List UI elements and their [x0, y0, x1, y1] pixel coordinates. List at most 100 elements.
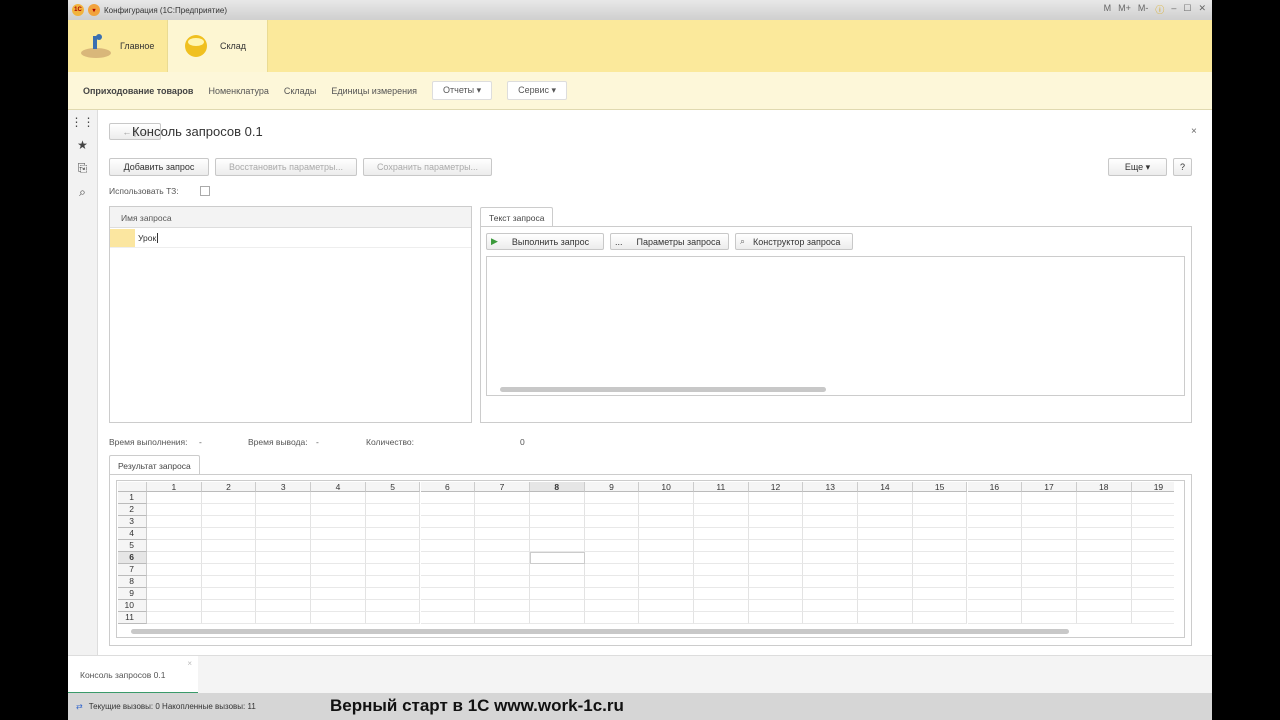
grid-cell[interactable]: [1131, 588, 1174, 600]
grid-cell[interactable]: [365, 504, 421, 516]
grid-cell[interactable]: [201, 612, 257, 624]
grid-cell[interactable]: [858, 600, 913, 612]
column-header[interactable]: 8: [529, 482, 585, 492]
grid-cell[interactable]: [529, 504, 585, 516]
grid-cell[interactable]: [256, 552, 312, 564]
grid-cell[interactable]: [475, 600, 530, 612]
column-header[interactable]: 12: [748, 482, 804, 492]
grid-cell[interactable]: [858, 540, 913, 552]
query-name-input[interactable]: Урок: [135, 232, 159, 243]
grid-cell[interactable]: [475, 588, 530, 600]
grid-cell[interactable]: [529, 528, 585, 540]
minimize-button[interactable]: –: [1171, 3, 1176, 16]
grid-cell[interactable]: [803, 540, 859, 552]
grid-cell[interactable]: [912, 600, 968, 612]
column-header[interactable]: 2: [201, 482, 257, 492]
grid-cell[interactable]: [584, 504, 640, 516]
grid-cell[interactable]: [694, 564, 749, 576]
grid-cell[interactable]: [748, 612, 804, 624]
restore-params-button[interactable]: Восстановить параметры...: [215, 158, 357, 176]
run-query-button[interactable]: ▶ Выполнить запрос: [486, 233, 604, 250]
grid-cell[interactable]: [858, 516, 913, 528]
grid-cell[interactable]: [803, 528, 859, 540]
grid-cell[interactable]: [147, 612, 202, 624]
memory-plus-button[interactable]: M+: [1118, 3, 1131, 16]
grid-cell[interactable]: [1076, 612, 1132, 624]
grid-cell[interactable]: [1076, 600, 1132, 612]
grid-cell[interactable]: [1076, 564, 1132, 576]
column-header[interactable]: 18: [1076, 482, 1132, 492]
search-icon[interactable]: ⌕: [79, 185, 86, 200]
grid-cell[interactable]: [803, 588, 859, 600]
grid-cell[interactable]: [147, 588, 202, 600]
grid-cell[interactable]: [420, 504, 476, 516]
grid-cell[interactable]: [256, 528, 312, 540]
query-params-button[interactable]: ... Параметры запроса: [610, 233, 729, 250]
grid-cell[interactable]: [967, 540, 1023, 552]
grid-cell[interactable]: [694, 528, 749, 540]
grid-cell[interactable]: [529, 492, 585, 504]
grid-cell[interactable]: [748, 516, 804, 528]
grid-cell[interactable]: [584, 588, 640, 600]
grid-cell[interactable]: [311, 600, 366, 612]
section-main[interactable]: Главное: [68, 20, 168, 72]
grid-cell[interactable]: [311, 516, 366, 528]
grid-cell[interactable]: [1022, 588, 1077, 600]
query-text-editor[interactable]: [486, 256, 1185, 396]
grid-cell[interactable]: [1022, 600, 1077, 612]
grid-cell[interactable]: [201, 492, 257, 504]
grid-cell[interactable]: [1131, 540, 1174, 552]
grid-cell[interactable]: [803, 600, 859, 612]
grid-cell[interactable]: [256, 504, 312, 516]
column-header[interactable]: 19: [1131, 482, 1174, 492]
grid-cell[interactable]: [201, 564, 257, 576]
grid-cell[interactable]: [1076, 492, 1132, 504]
editor-horizontal-scrollbar[interactable]: [500, 387, 826, 392]
memory-m-button[interactable]: M: [1104, 3, 1112, 16]
grid-cell[interactable]: [803, 552, 859, 564]
grid-cell[interactable]: [748, 528, 804, 540]
grid-cell[interactable]: [1076, 504, 1132, 516]
row-header[interactable]: 3: [118, 516, 147, 528]
grid-cell[interactable]: [912, 516, 968, 528]
grid-cell[interactable]: [584, 576, 640, 588]
grid-cell[interactable]: [475, 528, 530, 540]
grid-cell[interactable]: [256, 576, 312, 588]
grid-cell[interactable]: [475, 516, 530, 528]
memory-minus-button[interactable]: M-: [1138, 3, 1149, 16]
grid-cell[interactable]: [694, 540, 749, 552]
table-row[interactable]: Урок: [110, 228, 471, 248]
grid-cell[interactable]: [584, 564, 640, 576]
grid-cell[interactable]: [311, 564, 366, 576]
grid-cell[interactable]: [967, 564, 1023, 576]
grid-cell[interactable]: [748, 576, 804, 588]
grid-cell[interactable]: [639, 612, 694, 624]
tab-query-result[interactable]: Результат запроса: [109, 455, 200, 476]
grid-cell[interactable]: [748, 552, 804, 564]
more-button[interactable]: Еще ▾: [1108, 158, 1167, 176]
grid-cell[interactable]: [420, 588, 476, 600]
menu-dropdown-icon[interactable]: ▾: [88, 4, 100, 16]
row-header[interactable]: 1: [118, 492, 147, 504]
grid-cell[interactable]: [475, 540, 530, 552]
row-header[interactable]: 9: [118, 588, 147, 600]
grid-cell[interactable]: [803, 576, 859, 588]
grid-cell[interactable]: [858, 576, 913, 588]
grid-cell[interactable]: [475, 492, 530, 504]
maximize-button[interactable]: ☐: [1183, 3, 1191, 16]
grid-cell[interactable]: [912, 492, 968, 504]
grid-cell[interactable]: [639, 552, 694, 564]
grid-cell[interactable]: [639, 528, 694, 540]
nav-nomenclature[interactable]: Номенклатура: [208, 86, 268, 96]
grid-cell[interactable]: [639, 588, 694, 600]
grid-cell[interactable]: [748, 492, 804, 504]
grid-cell[interactable]: [311, 552, 366, 564]
grid-cell[interactable]: [1131, 576, 1174, 588]
grid-cell[interactable]: [201, 576, 257, 588]
grid-cell[interactable]: [529, 576, 585, 588]
grid-cell[interactable]: [365, 552, 421, 564]
grid-cell[interactable]: [420, 564, 476, 576]
grid-cell[interactable]: [311, 504, 366, 516]
row-header[interactable]: 10: [118, 600, 147, 612]
grid-cell[interactable]: [1022, 516, 1077, 528]
